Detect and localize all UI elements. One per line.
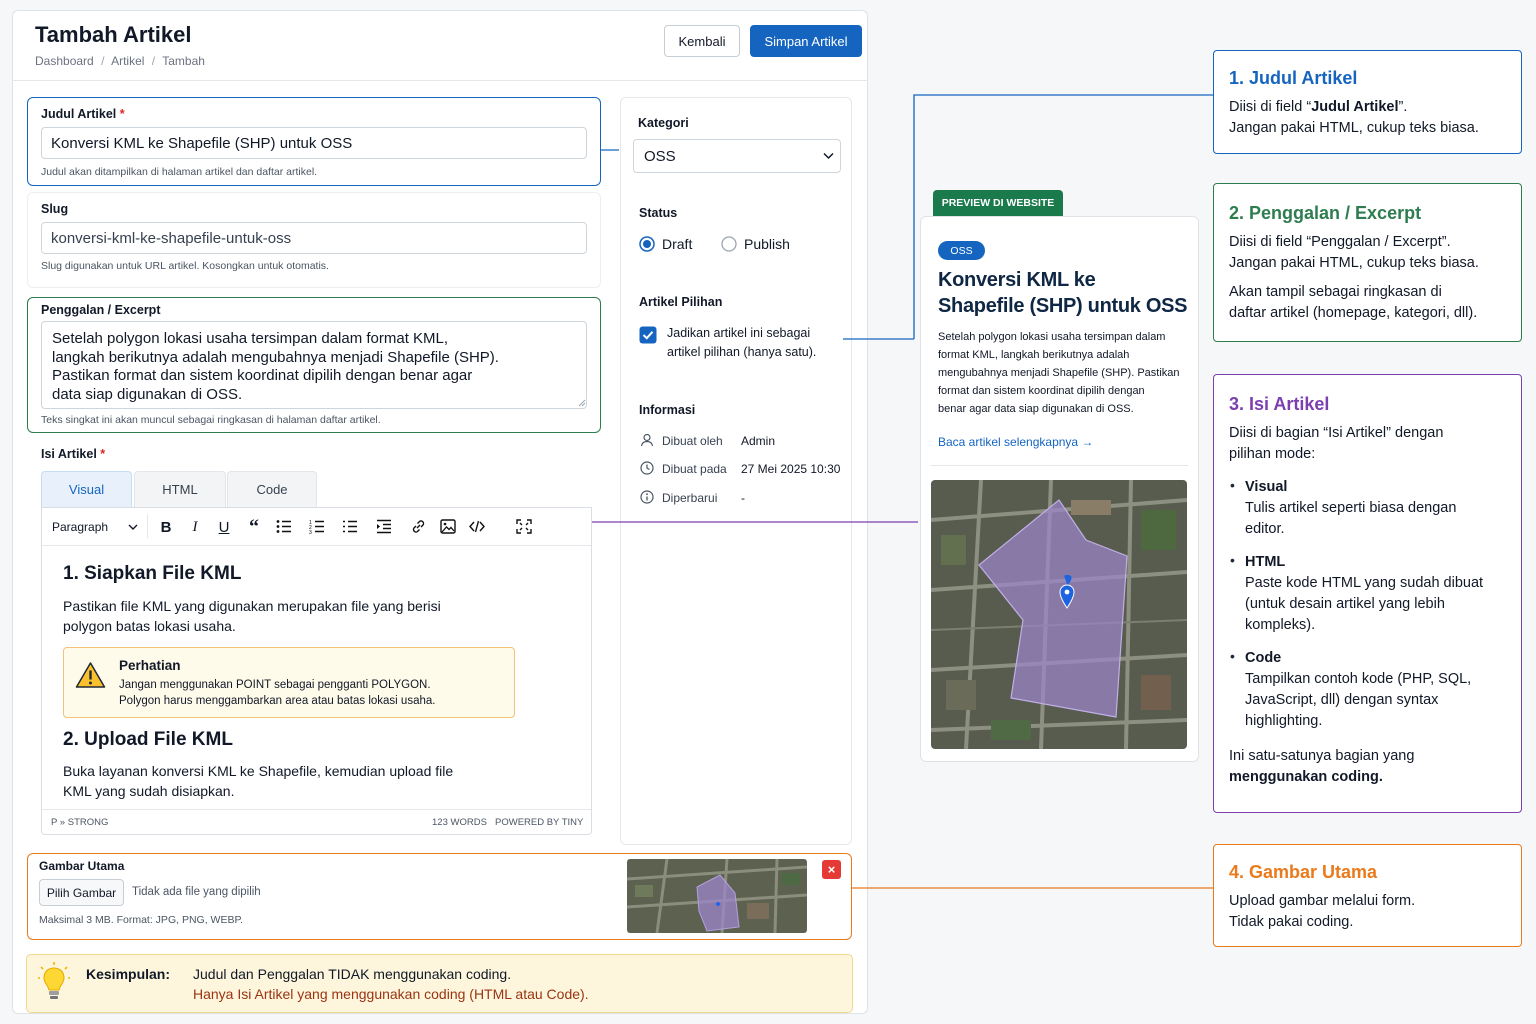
mode-line: Tampilkan contoh kode (PHP, SQL, [1245, 671, 1472, 687]
mode-line: highlighting. [1245, 713, 1323, 729]
note-line: Diisi di bagian “Isi Artikel” dengan [1229, 425, 1444, 441]
note-line: Tidak pakai coding. [1229, 914, 1354, 930]
mode-name: HTML [1245, 554, 1286, 570]
note-excerpt: 2. Penggalan / Excerpt Diisi di field “P… [1213, 183, 1522, 342]
note-line: Diisi di field “Penggalan / Excerpt”. [1229, 234, 1451, 250]
mode-line: editor. [1245, 521, 1285, 537]
note-judul: 1. Judul Artikel Diisi di field “Judul A… [1213, 50, 1522, 154]
note-line: Ini satu-satunya bagian yang [1229, 748, 1415, 764]
mode-line: Tulis artikel seperti biasa dengan [1245, 500, 1457, 516]
note-line: pilihan mode: [1229, 446, 1316, 462]
mode-line: kompleks). [1245, 617, 1316, 633]
mode-line: (untuk desain artikel yang lebih [1245, 596, 1445, 612]
note-title: 1. Judul Artikel [1229, 68, 1358, 88]
mode-line: Paste kode HTML yang sudah dibuat [1245, 575, 1484, 591]
note-line: Diisi di field “Judul Artikel”. [1229, 99, 1408, 115]
note-line: Jangan pakai HTML, cukup teks biasa. [1229, 120, 1479, 136]
mode-name: Visual [1245, 479, 1288, 495]
mode-item: • Code Tampilkan contoh kode (PHP, SQL, … [1229, 648, 1506, 732]
mode-line: JavaScript, dll) dengan syntax [1245, 692, 1439, 708]
note-line: Upload gambar melalui form. [1229, 893, 1416, 909]
note-gambar: 4. Gambar Utama Upload gambar melalui fo… [1213, 844, 1522, 947]
mode-item: • Visual Tulis artikel seperti biasa den… [1229, 477, 1506, 540]
note-line: Jangan pakai HTML, cukup teks biasa. [1229, 255, 1479, 271]
note-line: Akan tampil sebagai ringkasan di [1229, 284, 1442, 300]
note-line: daftar artikel (homepage, kategori, dll)… [1229, 305, 1478, 321]
mode-item: • HTML Paste kode HTML yang sudah dibuat… [1229, 552, 1506, 636]
note-line: menggunakan coding. [1229, 769, 1383, 785]
note-isi: 3. Isi Artikel Diisi di bagian “Isi Arti… [1213, 374, 1522, 813]
note-title: 4. Gambar Utama [1229, 862, 1378, 882]
mode-name: Code [1245, 650, 1282, 666]
note-title: 3. Isi Artikel [1229, 394, 1330, 414]
note-title: 2. Penggalan / Excerpt [1229, 203, 1422, 223]
